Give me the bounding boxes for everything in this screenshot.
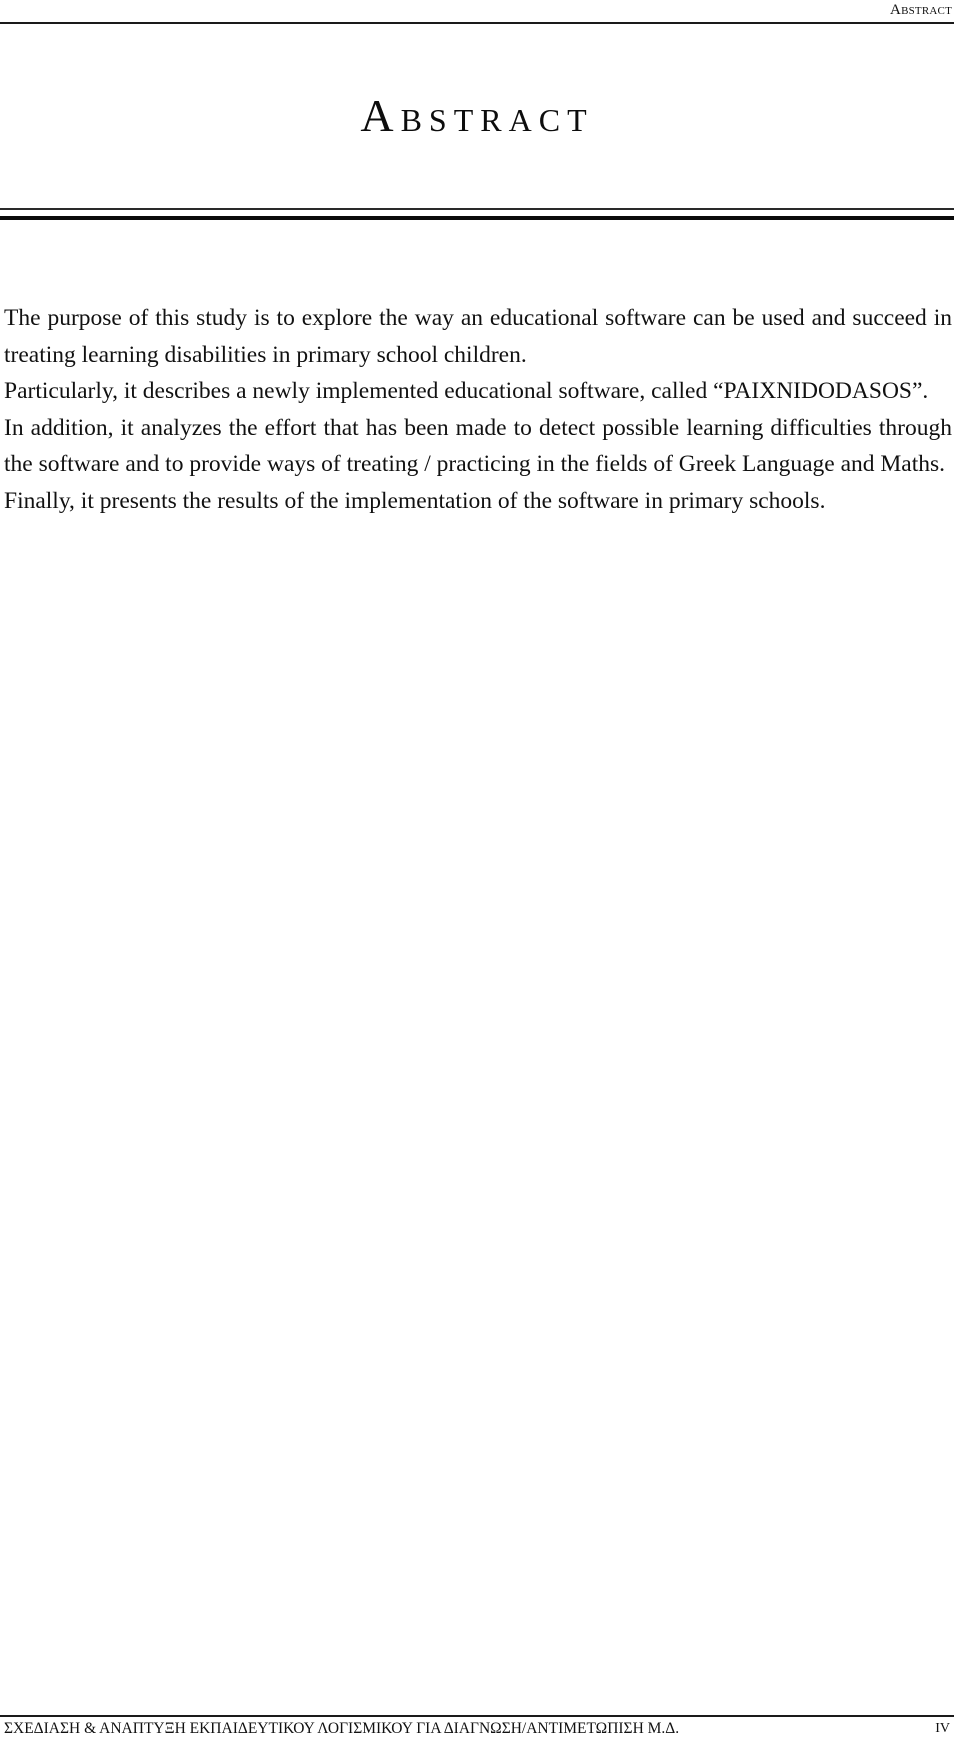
abstract-paragraph: Finally, it presents the results of the …: [4, 487, 826, 514]
abstract-paragraph: In addition, it analyzes the effort that…: [4, 414, 952, 478]
page-title: Abstract: [360, 90, 594, 141]
abstract-paragraph: The purpose of this study is to explore …: [4, 305, 952, 368]
title-rule-thick: [0, 216, 954, 220]
abstract-body: The purpose of this study is to explore …: [4, 300, 952, 519]
abstract-paragraph: Particularly, it describes a newly imple…: [4, 378, 929, 404]
running-header: Abstract: [0, 0, 954, 24]
page-number: IV: [935, 1721, 950, 1736]
title-rule-thin: [0, 208, 954, 210]
running-header-title: Abstract: [890, 2, 952, 18]
footer-rule: [0, 1715, 954, 1717]
running-footer: ΣΧΕΔΙΑΣΗ & ΑΝΑΠΤΥΞΗ ΕΚΠΑΙΔΕΥΤΙΚΟΥ ΛΟΓΙΣΜ…: [4, 1718, 954, 1740]
running-footer-title: ΣΧΕΔΙΑΣΗ & ΑΝΑΠΤΥΞΗ ΕΚΠΑΙΔΕΥΤΙΚΟΥ ΛΟΓΙΣΜ…: [4, 1720, 680, 1737]
